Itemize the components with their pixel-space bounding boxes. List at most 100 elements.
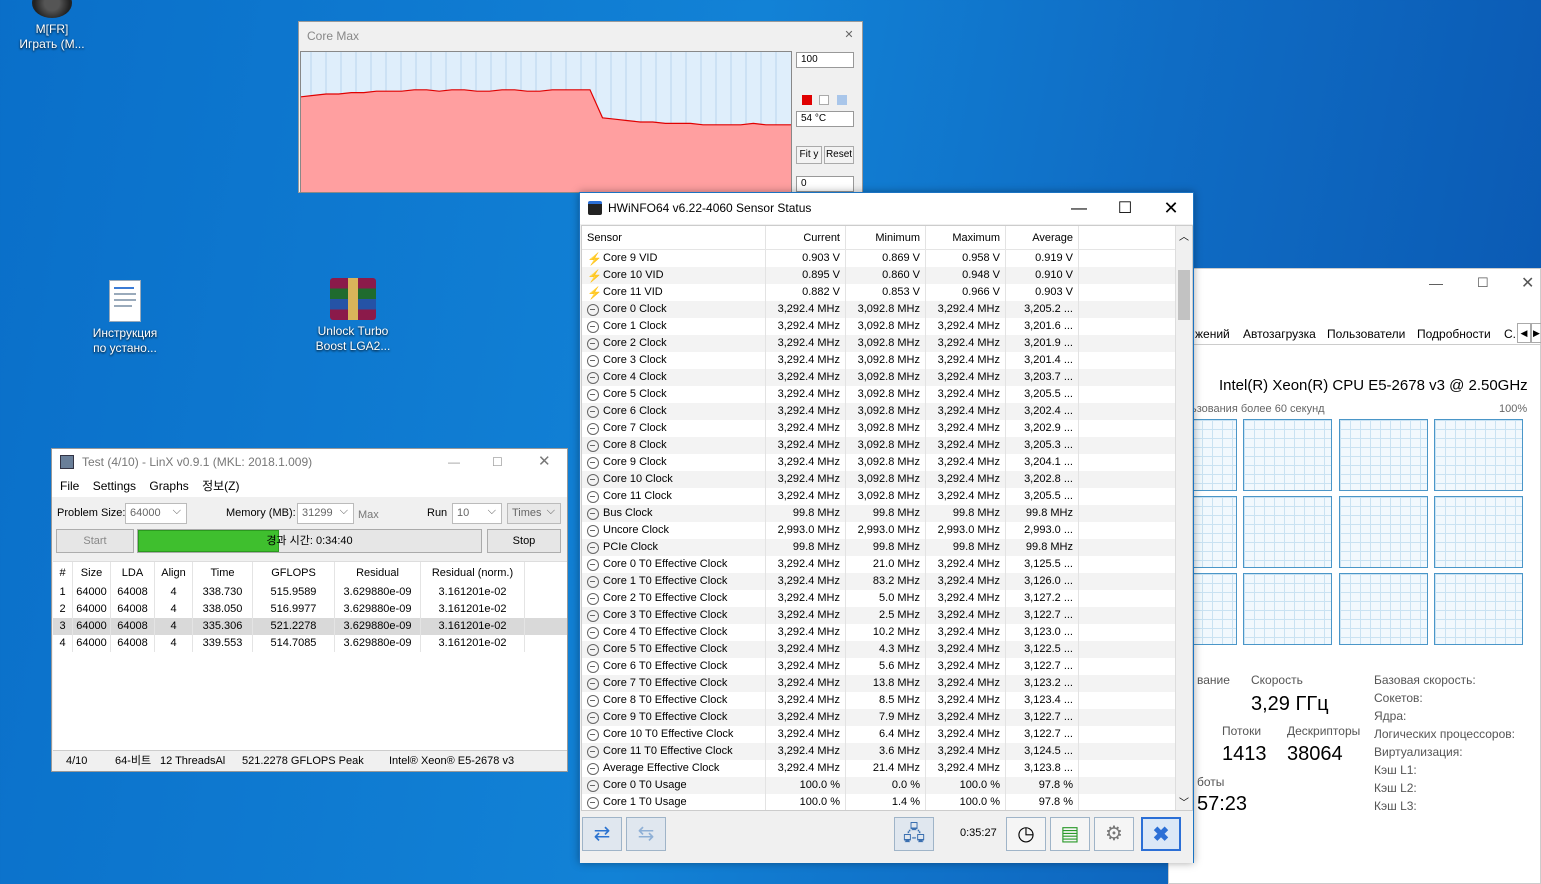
color-swatch-white[interactable]	[819, 95, 829, 105]
sensor-row[interactable]: Average Effective Clock 3,292.4 MHz 21.4 M…	[582, 760, 1192, 777]
column-average[interactable]: Average	[1006, 226, 1079, 249]
sensor-row[interactable]: Core 2 T0 Effective Clock 3,292.4 MHz 5.0 …	[582, 590, 1192, 607]
sensor-row[interactable]: Core 3 Clock 3,292.4 MHz 3,092.8 MHz 3,292.…	[582, 352, 1192, 369]
column-sensor[interactable]: Sensor	[582, 226, 766, 249]
scroll-up-icon[interactable]: ︿	[1179, 228, 1189, 243]
menu-graphs[interactable]: Graphs	[149, 479, 188, 493]
fit-y-button[interactable]: Fit y	[796, 146, 822, 164]
desktop-icon-mfr[interactable]: M[FR] Играть (М...	[0, 0, 107, 52]
sensor-row[interactable]: ⚡ Core 9 VID 0.903 V 0.869 V 0.958 V 0.919 V	[582, 250, 1192, 267]
maximize-button[interactable]: ☐	[1102, 193, 1148, 224]
color-swatch-blue[interactable]	[837, 95, 847, 105]
sensor-row[interactable]: Core 4 Clock 3,292.4 MHz 3,092.8 MHz 3,292.…	[582, 369, 1192, 386]
maximize-button[interactable]: ☐	[492, 449, 503, 475]
sensor-row[interactable]: Core 0 T0 Effective Clock 3,292.4 MHz 21.0…	[582, 556, 1192, 573]
sensor-row[interactable]: Core 6 T0 Effective Clock 3,292.4 MHz 5.6 …	[582, 658, 1192, 675]
desktop-icon-instruction[interactable]: Инструкция по устано...	[70, 280, 180, 356]
sensor-maximum: 100.0 %	[926, 777, 1006, 794]
clock-icon	[587, 303, 599, 316]
sensor-row[interactable]: Core 0 T0 Usage 100.0 % 0.0 % 100.0 % 97.8 %	[582, 777, 1192, 794]
sensor-row[interactable]: Bus Clock 99.8 MHz 99.8 MHz 99.8 MHz 99.8 MH…	[582, 505, 1192, 522]
sensor-row[interactable]: Core 0 Clock 3,292.4 MHz 3,092.8 MHz 3,292.…	[582, 301, 1192, 318]
sensor-row[interactable]: Core 5 T0 Effective Clock 3,292.4 MHz 4.3 …	[582, 641, 1192, 658]
vertical-scrollbar[interactable]: ︿ ﹀	[1175, 226, 1192, 810]
close-button[interactable]: ✕	[1521, 273, 1534, 293]
sensor-row[interactable]: ⚡ Core 10 VID 0.895 V 0.860 V 0.948 V 0.910 V	[582, 267, 1192, 284]
column-maximum[interactable]: Maximum	[926, 226, 1006, 249]
minimize-button[interactable]: —	[448, 449, 460, 475]
sensor-list[interactable]: Sensor Current Minimum Maximum Average ⚡…	[581, 225, 1193, 811]
sensor-row[interactable]: Core 11 T0 Effective Clock 3,292.4 MHz 3.6…	[582, 743, 1192, 760]
network-icon[interactable]: 🖧	[894, 817, 934, 851]
sensor-row[interactable]: Core 8 T0 Effective Clock 3,292.4 MHz 8.5 …	[582, 692, 1192, 709]
desktop-icon-unlock-turbo[interactable]: Unlock Turbo Boost LGA2...	[298, 278, 408, 354]
close-button[interactable]: ✕	[1148, 193, 1194, 224]
sensor-maximum: 2,993.0 MHz	[926, 522, 1006, 539]
graph-max-field[interactable]: 100	[796, 52, 854, 68]
menu-file[interactable]: File	[60, 479, 79, 493]
linx-window: Test (4/10) - LinX v0.9.1 (MKL: 2018.1.0…	[51, 448, 568, 772]
tab-scroll-left-icon[interactable]: ◀	[1517, 323, 1531, 343]
minimize-button[interactable]: —	[1429, 275, 1443, 291]
minimize-button[interactable]: —	[1056, 193, 1102, 224]
tab-scroll-right-icon[interactable]: ▶	[1531, 323, 1541, 343]
close-icon[interactable]: ✕	[842, 28, 856, 42]
table-row[interactable]: 4 64000 64008 4 339.553 514.7085 3.629880e-09 3…	[53, 635, 567, 652]
color-swatch-red[interactable]	[802, 95, 812, 105]
sensor-row[interactable]: Core 7 T0 Effective Clock 3,292.4 MHz 13.8…	[582, 675, 1192, 692]
sensor-row[interactable]: Core 6 Clock 3,292.4 MHz 3,092.8 MHz 3,292.…	[582, 403, 1192, 420]
clock-icon	[587, 762, 599, 775]
sensor-row[interactable]: Core 10 T0 Effective Clock 3,292.4 MHz 6.4…	[582, 726, 1192, 743]
max-checkbox-label[interactable]: Max	[358, 509, 379, 521]
sensor-row[interactable]: Core 2 Clock 3,292.4 MHz 3,092.8 MHz 3,292.…	[582, 335, 1192, 352]
run-count-select[interactable]: 10	[452, 502, 502, 524]
sensor-row[interactable]: Core 5 Clock 3,292.4 MHz 3,092.8 MHz 3,292.…	[582, 386, 1192, 403]
column-minimum[interactable]: Minimum	[846, 226, 926, 249]
scroll-down-icon[interactable]: ﹀	[1179, 794, 1189, 809]
run-unit-select[interactable]: Times	[507, 502, 561, 524]
report-add-icon[interactable]: ▤	[1050, 817, 1090, 851]
table-row[interactable]: 1 64000 64008 4 338.730 515.9589 3.629880e-09 3…	[53, 584, 567, 601]
column-current[interactable]: Current	[766, 226, 846, 249]
close-x-icon[interactable]: ✖	[1141, 817, 1181, 851]
sensor-row[interactable]: Core 9 Clock 3,292.4 MHz 3,092.8 MHz 3,292.…	[582, 454, 1192, 471]
sensor-average: 0.919 V	[1006, 250, 1079, 267]
sensor-row[interactable]: Core 1 Clock 3,292.4 MHz 3,092.8 MHz 3,292.…	[582, 318, 1192, 335]
tab-performance[interactable]: жений	[1195, 327, 1230, 341]
menu-settings[interactable]: Settings	[93, 479, 136, 493]
settings-gear-icon[interactable]: ⚙	[1094, 817, 1134, 851]
table-row[interactable]: 2 64000 64008 4 338.050 516.9977 3.629880e-09 3…	[53, 601, 567, 618]
table-row[interactable]: 3 64000 64008 4 335.306 521.2278 3.629880e-09 3…	[53, 618, 567, 635]
tab-services[interactable]: С.	[1504, 327, 1516, 341]
sensor-row[interactable]: Core 9 T0 Effective Clock 3,292.4 MHz 7.9 …	[582, 709, 1192, 726]
sensor-row[interactable]: Core 11 Clock 3,292.4 MHz 3,092.8 MHz 3,292…	[582, 488, 1192, 505]
expand-arrows-icon[interactable]: ⇄	[582, 817, 622, 851]
sensor-row[interactable]: Core 7 Clock 3,292.4 MHz 3,092.8 MHz 3,292.…	[582, 420, 1192, 437]
sensor-row[interactable]: Core 1 T0 Usage 100.0 % 1.4 % 100.0 % 97.8 %	[582, 794, 1192, 810]
graph-min-field[interactable]: 0	[796, 176, 854, 192]
start-button[interactable]: Start	[56, 529, 134, 553]
menu-info[interactable]: 정보(Z)	[202, 479, 239, 493]
clock-icon[interactable]: ◷	[1006, 817, 1046, 851]
sensor-row[interactable]: Core 3 T0 Effective Clock 3,292.4 MHz 2.5 …	[582, 607, 1192, 624]
memory-label: Memory (MB):	[226, 507, 296, 519]
sensor-row[interactable]: Core 4 T0 Effective Clock 3,292.4 MHz 10.2…	[582, 624, 1192, 641]
sensor-row[interactable]: Uncore Clock 2,993.0 MHz 2,993.0 MHz 2,993.…	[582, 522, 1192, 539]
sensor-row[interactable]: ⚡ Core 11 VID 0.882 V 0.853 V 0.966 V 0.903 V	[582, 284, 1192, 301]
sensor-name: Core 11 VID	[603, 286, 663, 298]
memory-select[interactable]: 31299	[297, 502, 354, 524]
maximize-button[interactable]: ☐	[1477, 275, 1489, 291]
reset-button[interactable]: Reset	[824, 146, 854, 164]
sensor-row[interactable]: Core 1 T0 Effective Clock 3,292.4 MHz 83.2…	[582, 573, 1192, 590]
stop-button[interactable]: Stop	[487, 529, 561, 553]
sensor-row[interactable]: PCIe Clock 99.8 MHz 99.8 MHz 99.8 MHz 99.8 M…	[582, 539, 1192, 556]
scroll-thumb[interactable]	[1178, 270, 1190, 320]
collapse-arrows-icon[interactable]: ⇆	[626, 817, 666, 851]
problem-size-select[interactable]: 64000	[125, 502, 187, 524]
tab-startup[interactable]: Автозагрузка	[1243, 327, 1316, 341]
tab-details[interactable]: Подробности	[1417, 327, 1491, 341]
sensor-row[interactable]: Core 10 Clock 3,292.4 MHz 3,092.8 MHz 3,292…	[582, 471, 1192, 488]
close-button[interactable]: ✕	[538, 449, 551, 475]
tab-users[interactable]: Пользователи	[1327, 327, 1405, 341]
sensor-row[interactable]: Core 8 Clock 3,292.4 MHz 3,092.8 MHz 3,292.…	[582, 437, 1192, 454]
